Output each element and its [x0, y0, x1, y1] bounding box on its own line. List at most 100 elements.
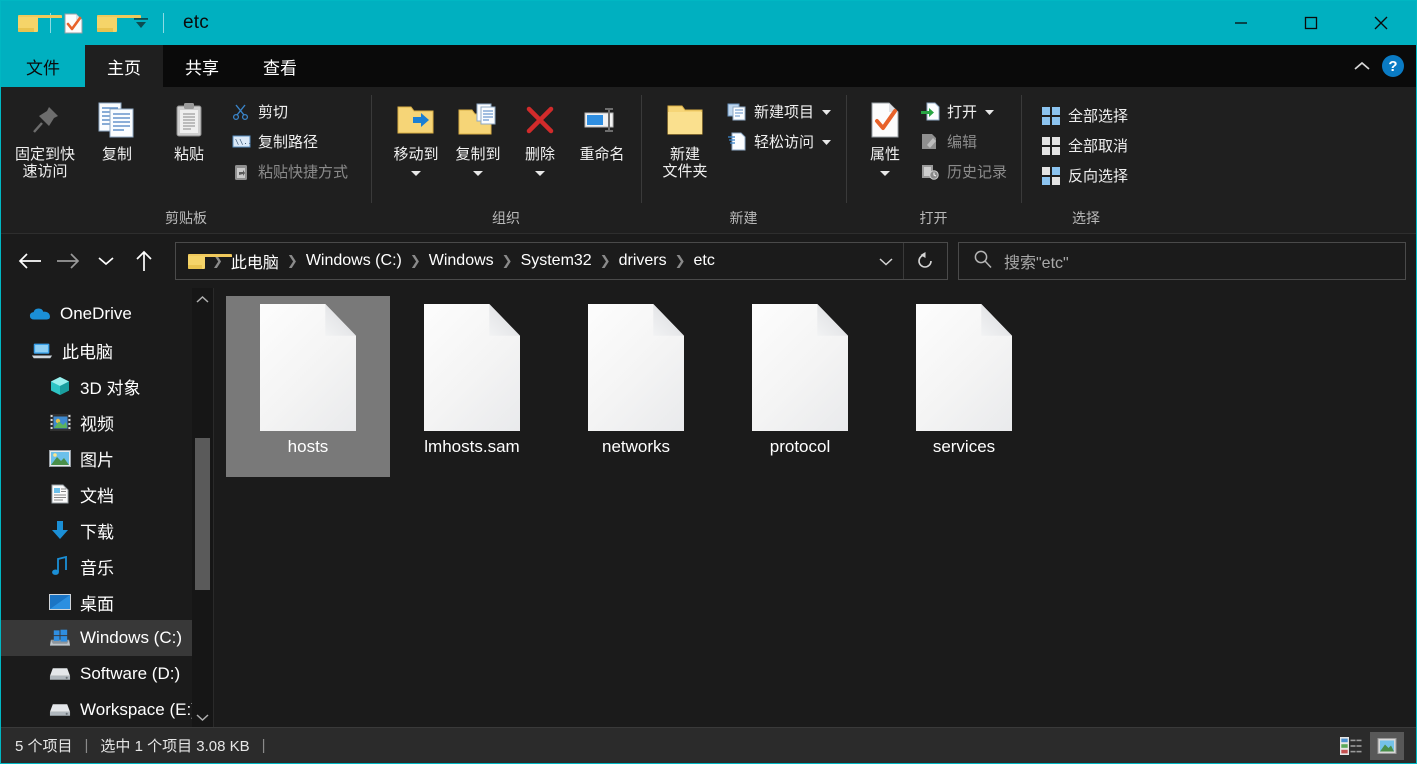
sidebar-item-downloads[interactable]: 下载 — [1, 512, 213, 548]
folder-icon[interactable] — [11, 6, 62, 40]
tab-view[interactable]: 查看 — [241, 45, 319, 87]
breadcrumb-bar[interactable]: ❯ 此电脑 ❯ Windows (C:) ❯ Windows ❯ System3… — [175, 242, 948, 280]
sidebar-item-windows-c[interactable]: Windows (C:) — [1, 620, 213, 656]
rename-button[interactable]: 重命名 — [571, 95, 633, 163]
breadcrumb-folder-icon — [186, 253, 232, 269]
select-all-button[interactable]: 全部选择 — [1039, 103, 1134, 128]
details-view-button[interactable] — [1334, 732, 1368, 760]
edit-button[interactable]: 编辑 — [918, 129, 1013, 154]
ribbon-tabs: 文件 主页 共享 查看 ? — [1, 45, 1416, 87]
collapse-ribbon-icon[interactable] — [1348, 52, 1376, 80]
paste-shortcut-button[interactable]: 粘贴快捷方式 — [229, 159, 354, 184]
copy-button[interactable]: 复制 — [81, 95, 153, 163]
new-folder-icon[interactable] — [90, 6, 141, 40]
breadcrumb-item-1[interactable]: Windows (C:) — [299, 249, 409, 273]
sidebar-item-3d-objects[interactable]: 3D 对象 — [1, 368, 213, 404]
large-icons-view-button[interactable] — [1370, 731, 1404, 760]
sidebar-item-onedrive[interactable]: OneDrive — [1, 296, 213, 332]
paste-shortcut-icon — [231, 162, 251, 182]
new-item-label: 新建项目 — [753, 104, 814, 121]
scrollbar-thumb[interactable] — [195, 438, 210, 590]
history-icon — [920, 162, 940, 182]
file-item-networks[interactable]: networks — [554, 296, 718, 477]
properties-button[interactable]: 属性 — [860, 95, 910, 182]
breadcrumb-separator[interactable]: ❯ — [501, 253, 514, 269]
sidebar-item-pictures[interactable]: 图片 — [1, 440, 213, 476]
search-box[interactable]: 搜索"etc" — [958, 242, 1406, 280]
generic-file-icon — [424, 304, 520, 431]
sidebar-item-music[interactable]: 音乐 — [1, 548, 213, 584]
search-placeholder: 搜索"etc" — [1004, 255, 1069, 272]
tab-home[interactable]: 主页 — [85, 45, 163, 87]
tab-file[interactable]: 文件 — [1, 45, 85, 87]
breadcrumb-item-2[interactable]: Windows — [422, 249, 501, 273]
paste-button[interactable]: 粘贴 — [153, 95, 225, 163]
easy-access-caret-icon[interactable] — [821, 133, 832, 150]
move-to-button[interactable]: 移动到 — [385, 95, 447, 182]
delete-label: 删除 — [524, 146, 555, 163]
help-button[interactable]: ? — [1382, 55, 1404, 77]
new-folder-button[interactable]: 新建 文件夹 — [655, 95, 715, 180]
sidebar-item-workspace-e[interactable]: Workspace (E:) — [1, 692, 213, 728]
sidebar-item-desktop[interactable]: 桌面 — [1, 584, 213, 620]
file-list[interactable]: hosts lmhosts.sam networks protocol serv… — [218, 288, 1416, 728]
history-button[interactable]: 历史记录 — [918, 159, 1013, 184]
file-item-protocol[interactable]: protocol — [718, 296, 882, 477]
copy-path-button[interactable]: \\.. 复制路径 — [229, 129, 354, 154]
delete-button[interactable]: 删除 — [509, 95, 571, 182]
videos-icon — [49, 411, 71, 433]
breadcrumb-separator[interactable]: ❯ — [286, 253, 299, 269]
pin-to-quick-access-button[interactable]: 固定到快 速访问 — [9, 95, 81, 180]
breadcrumb-item-4[interactable]: drivers — [612, 249, 674, 273]
breadcrumb-separator[interactable]: ❯ — [409, 253, 422, 269]
sidebar-scrollbar[interactable] — [192, 288, 213, 728]
sidebar-item-videos[interactable]: 视频 — [1, 404, 213, 440]
close-button[interactable] — [1346, 1, 1416, 45]
sidebar-item-this-pc[interactable]: 此电脑 — [1, 332, 213, 368]
delete-caret-icon[interactable] — [534, 164, 546, 182]
file-name: lmhosts.sam — [424, 437, 520, 456]
breadcrumb-item-0[interactable]: 此电脑 — [224, 246, 286, 276]
sidebar-item-documents[interactable]: 文档 — [1, 476, 213, 512]
breadcrumb-separator[interactable]: ❯ — [599, 253, 612, 269]
file-item-hosts[interactable]: hosts — [226, 296, 390, 477]
properties-caret-icon[interactable] — [879, 164, 891, 182]
sidebar-item-software-d[interactable]: Software (D:) — [1, 656, 213, 692]
select-all-icon — [1041, 106, 1061, 126]
forward-button[interactable] — [49, 242, 87, 280]
up-button[interactable] — [125, 242, 163, 280]
properties-icon[interactable] — [56, 6, 90, 40]
new-folder-label: 新建 文件夹 — [662, 146, 708, 180]
invert-selection-button[interactable]: 反向选择 — [1039, 163, 1134, 188]
new-item-caret-icon[interactable] — [821, 103, 832, 120]
file-name: networks — [601, 437, 671, 456]
ribbon: 固定到快 速访问 复制 粘贴 剪切 \\.. 复制路径 粘贴快捷方式 剪贴板 移… — [1, 87, 1416, 234]
file-item-services[interactable]: services — [882, 296, 1046, 477]
cut-button[interactable]: 剪切 — [229, 99, 354, 124]
move-to-icon — [395, 97, 437, 143]
open-caret-icon[interactable] — [984, 103, 995, 120]
select-none-button[interactable]: 全部取消 — [1039, 133, 1134, 158]
back-button[interactable] — [11, 242, 49, 280]
easy-access-button[interactable]: 轻松访问 — [725, 129, 838, 154]
minimize-button[interactable] — [1206, 1, 1276, 45]
scroll-up-icon[interactable] — [196, 288, 209, 310]
breadcrumb-separator[interactable]: ❯ — [674, 253, 687, 269]
recent-locations-button[interactable] — [87, 242, 125, 280]
copy-to-button[interactable]: 复制到 — [447, 95, 509, 182]
file-item-lmhosts-sam[interactable]: lmhosts.sam — [390, 296, 554, 477]
scroll-down-icon[interactable] — [196, 706, 209, 728]
tab-share[interactable]: 共享 — [163, 45, 241, 87]
copy-to-caret-icon[interactable] — [472, 164, 484, 182]
open-button[interactable]: 打开 — [918, 99, 1013, 124]
refresh-button[interactable] — [903, 243, 945, 279]
previous-locations-icon[interactable] — [869, 244, 903, 278]
new-item-button[interactable]: 新建项目 — [725, 99, 838, 124]
move-to-caret-icon[interactable] — [410, 164, 422, 182]
status-divider-1: | — [84, 737, 89, 754]
quick-access-toolbar — [11, 6, 169, 40]
customize-qat-icon[interactable] — [124, 6, 158, 40]
breadcrumb-item-5[interactable]: etc — [687, 249, 722, 273]
maximize-button[interactable] — [1276, 1, 1346, 45]
breadcrumb-item-3[interactable]: System32 — [514, 249, 599, 273]
